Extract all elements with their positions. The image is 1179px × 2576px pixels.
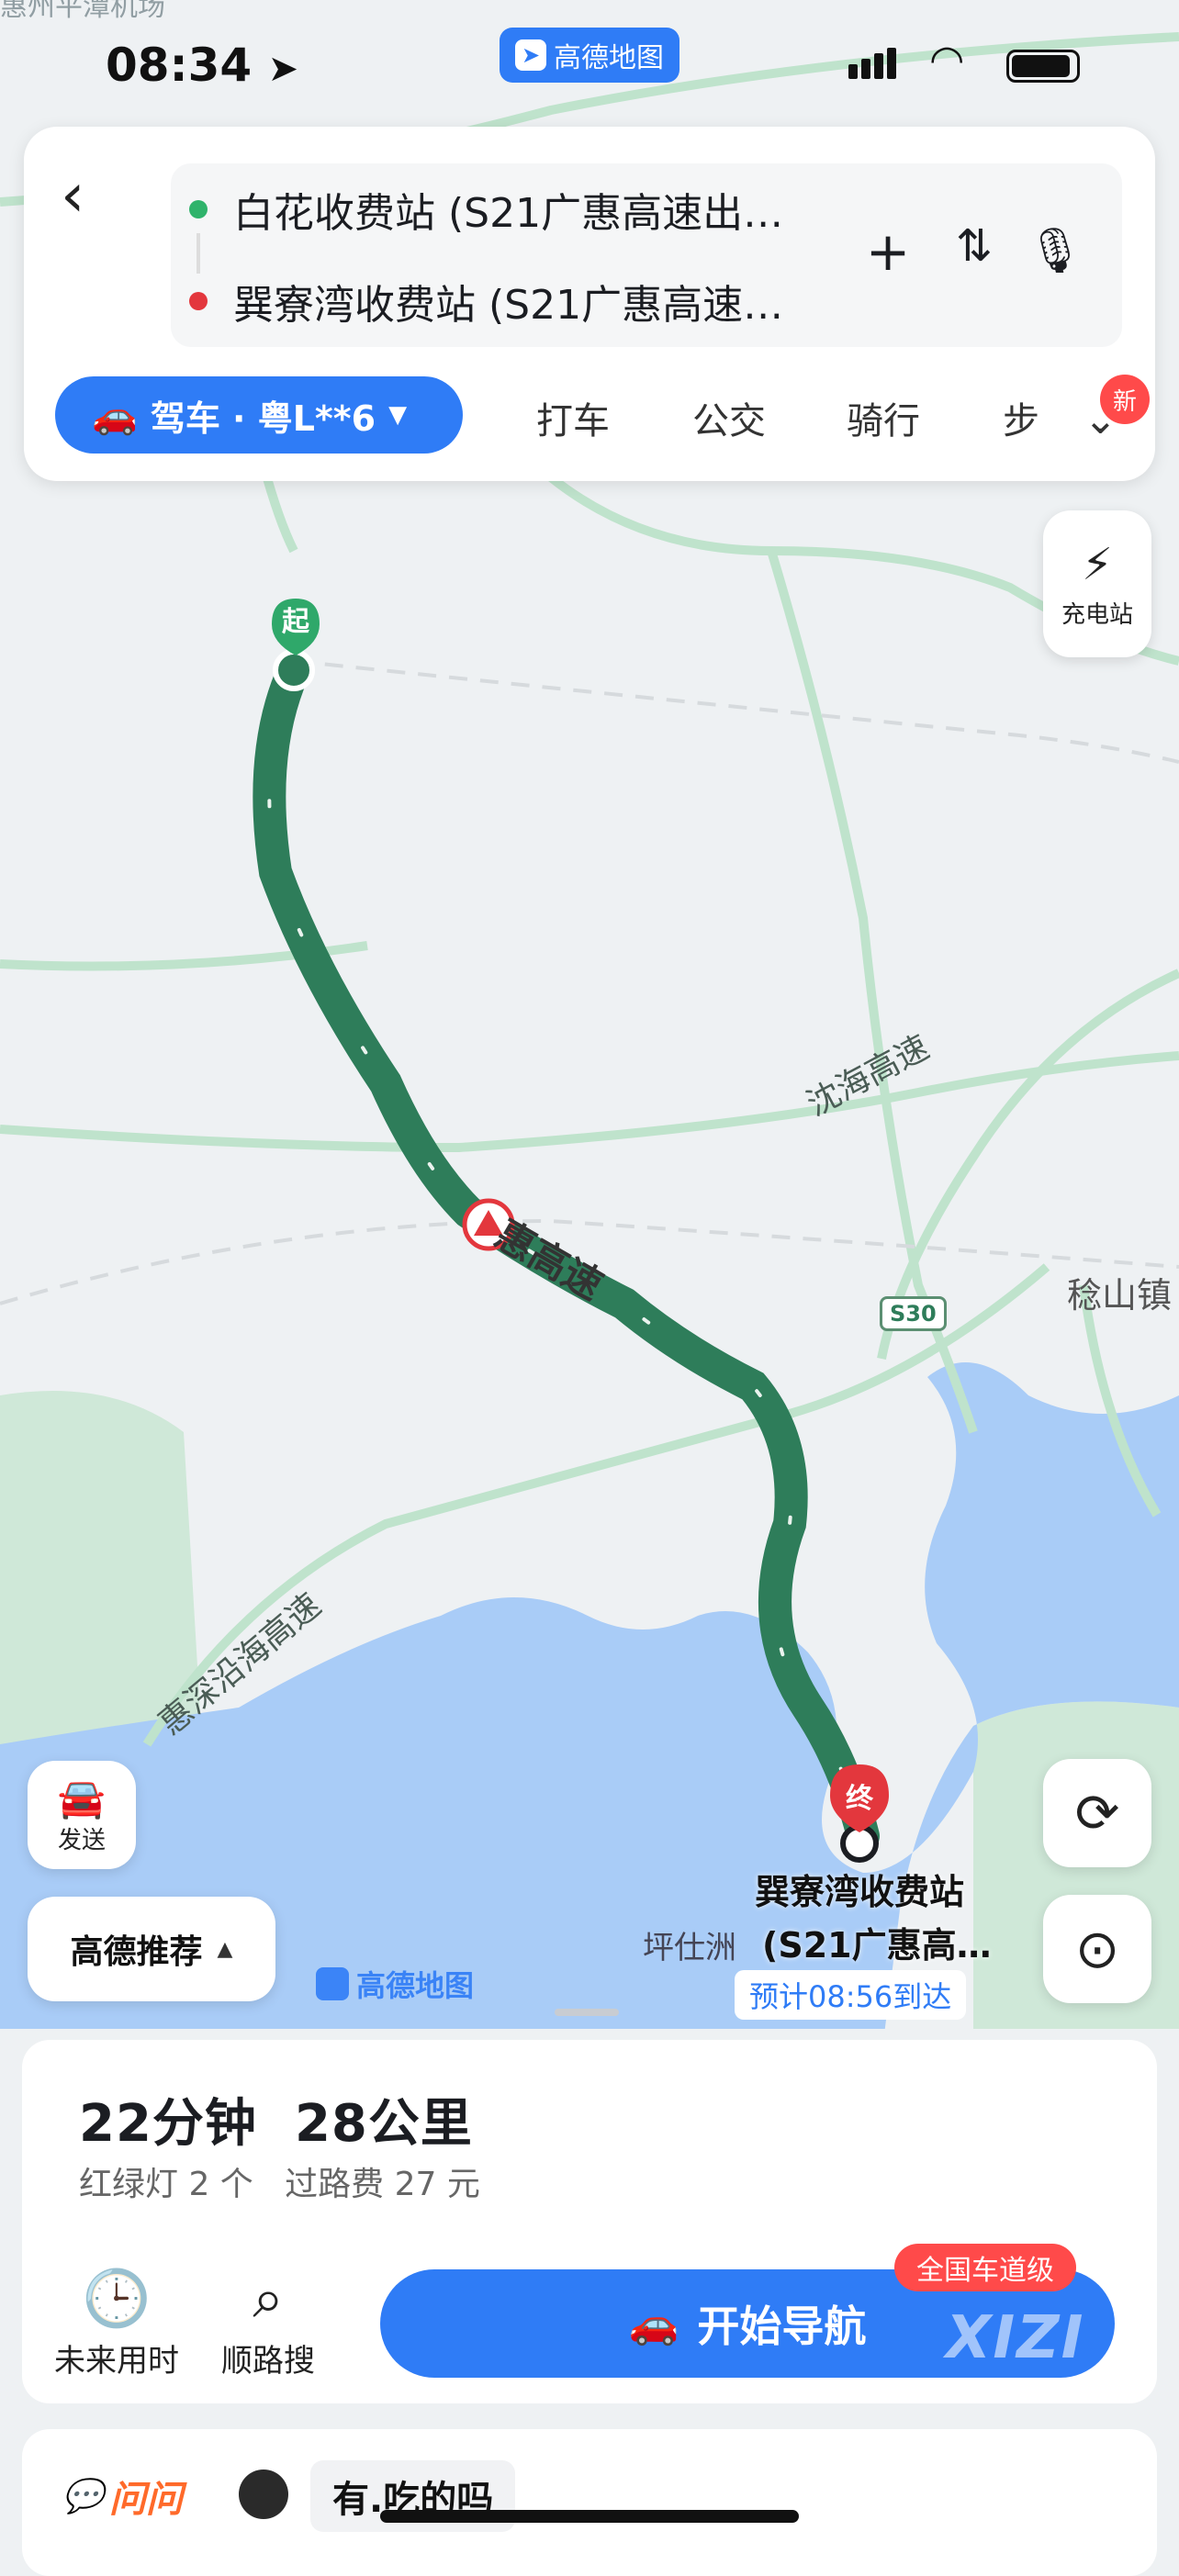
car-icon: 🚗	[92, 394, 138, 437]
place-label-town: 稔山镇	[1067, 1275, 1173, 1316]
future-time-label: 未来用时	[54, 2343, 179, 2380]
end-marker-label: 终	[846, 1783, 873, 1815]
clock-icon: 🕒	[82, 2267, 152, 2331]
destination-sub[interactable]: (S21广惠高…	[762, 1917, 992, 1967]
home-indicator[interactable]	[380, 2510, 799, 2523]
status-time-text: 08:34	[106, 39, 253, 92]
location-arrow-icon: ➤	[267, 48, 299, 90]
mode-transit[interactable]: 公交	[692, 391, 766, 444]
amap-logo-icon	[316, 1967, 349, 2000]
amap-plane-icon: ➤	[515, 39, 546, 71]
route-connector	[196, 233, 200, 274]
add-waypoint-button[interactable]: +	[856, 220, 920, 283]
microphone-icon: 🎙	[1027, 225, 1084, 276]
status-time: 08:34 ➤	[106, 39, 298, 92]
refresh-icon: ⟳	[1074, 1782, 1120, 1844]
swap-button[interactable]: ⇅	[942, 220, 1006, 272]
duration: 22分钟	[79, 2094, 257, 2154]
charging-icon: ⚡	[1082, 538, 1113, 590]
future-time-button[interactable]: 🕒 未来用时	[48, 2269, 185, 2380]
map-watermark: 高德地图	[356, 1968, 475, 2003]
mode-drive-label: 驾车 · 粤L**6	[150, 398, 376, 439]
mode-drive[interactable]: 🚗 驾车 · 粤L**6 ▼	[55, 376, 463, 454]
route-summary-main: 22分钟 28公里	[79, 2082, 473, 2156]
new-badge: 新	[1100, 375, 1150, 424]
swap-icon: ⇅	[955, 220, 994, 272]
send-to-car-button[interactable]: 🚘 发送	[28, 1761, 136, 1869]
image-watermark: XIZI	[946, 2304, 1085, 2372]
destination-field[interactable]: 巽寮湾收费站 (S21广惠高速…	[233, 272, 839, 330]
avatar	[239, 2470, 288, 2519]
wifi-icon: ◠	[929, 37, 965, 84]
ask-brand: 💬 问问	[62, 2470, 183, 2523]
battery-icon	[1006, 50, 1080, 83]
send-label: 发送	[57, 1826, 106, 1854]
destination-dot	[189, 292, 208, 310]
car-send-icon: 🚘	[57, 1775, 107, 1820]
ask-card[interactable]	[22, 2429, 1157, 2576]
back-button[interactable]: ‹	[61, 160, 116, 233]
car-icon: 🚗	[628, 2301, 679, 2347]
road-shield-s30: S30	[880, 1296, 947, 1331]
origin-dot	[189, 200, 208, 218]
charging-station-button[interactable]: ⚡ 充电站	[1043, 510, 1151, 657]
mode-bike[interactable]: 骑行	[847, 391, 920, 444]
locate-button[interactable]: ⊙	[1043, 1895, 1151, 2003]
plus-icon: +	[865, 220, 911, 283]
traffic-lights: 红绿灯 2 个	[79, 2166, 253, 2203]
place-label-pingshizhou: 坪仕洲	[643, 1930, 736, 1966]
start-navigation-label: 开始导航	[697, 2302, 867, 2351]
app-badge-label: 高德地图	[554, 42, 664, 74]
charging-label: 充电站	[1061, 600, 1133, 629]
voice-button[interactable]: 🎙	[1023, 224, 1087, 276]
along-route-search-label: 顺路搜	[221, 2343, 315, 2380]
distance: 28公里	[294, 2094, 473, 2154]
origin-field[interactable]: 白花收费站 (S21广惠高速出…	[233, 180, 839, 239]
recommend-dropdown[interactable]: 高德推荐 ▲	[28, 1897, 275, 2001]
mode-taxi[interactable]: 打车	[536, 391, 610, 444]
locate-icon: ⊙	[1074, 1918, 1120, 1980]
along-route-search-button[interactable]: ⌕ 顺路搜	[204, 2269, 332, 2380]
ask-brand-label: 问问	[108, 2479, 183, 2521]
faded-place-label: 惠州平潭机场	[0, 0, 165, 23]
mode-walk[interactable]: 步	[1003, 391, 1049, 444]
search-icon: ⌕	[253, 2267, 284, 2331]
lane-level-badge: 全国车道级	[894, 2244, 1076, 2291]
recommend-label: 高德推荐	[70, 1933, 203, 1971]
app-return-badge[interactable]: ➤ 高德地图	[500, 28, 679, 83]
sheet-handle[interactable]	[555, 2009, 619, 2016]
dropdown-caret-icon: ▼	[388, 401, 408, 429]
ask-icon: 💬	[62, 2478, 104, 2515]
toll-fee: 过路费 27 元	[285, 2166, 480, 2203]
eta-bubble: 预计08:56到达	[735, 1970, 967, 2020]
refresh-route-button[interactable]: ⟳	[1043, 1759, 1151, 1867]
route-summary-sub: 红绿灯 2 个 过路费 27 元	[79, 2157, 480, 2205]
signal-icon	[848, 48, 896, 79]
destination-name[interactable]: 巽寮湾收费站	[755, 1864, 964, 1914]
caret-up-icon: ▲	[217, 1937, 233, 1961]
back-icon: ‹	[61, 160, 85, 230]
start-marker-label: 起	[282, 606, 309, 638]
